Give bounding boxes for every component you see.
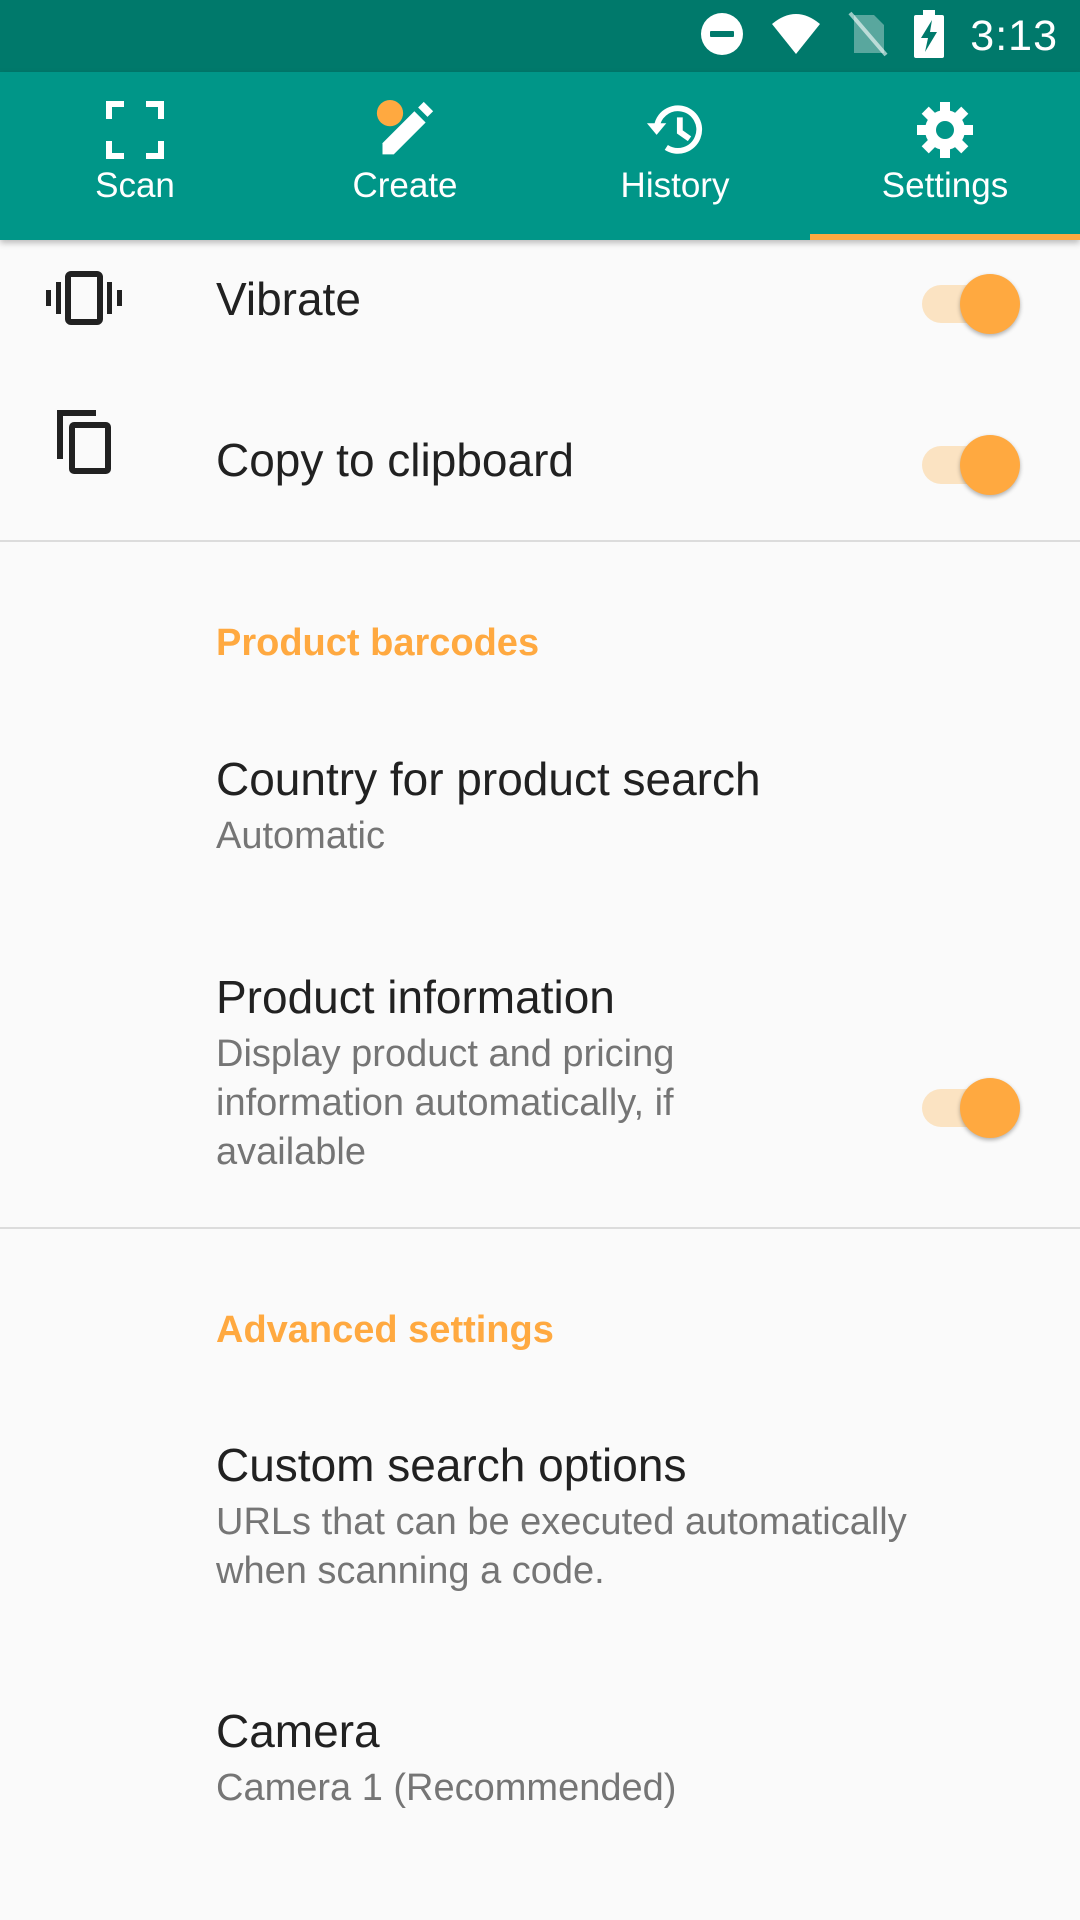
scan-icon <box>105 100 165 160</box>
tab-label: Scan <box>95 166 175 205</box>
copy-to-clipboard-switch[interactable] <box>918 427 1022 495</box>
switch-thumb <box>960 274 1020 334</box>
no-sim-icon <box>848 11 888 62</box>
summary-line: Display product and pricing <box>216 1033 675 1075</box>
battery-charging-icon <box>914 9 945 63</box>
country-title: Country for product search <box>216 753 761 805</box>
tab-history[interactable]: History <box>540 72 810 240</box>
summary-line: when scanning a code. <box>216 1550 605 1592</box>
country-setting[interactable]: Country for product search Automatic <box>0 720 1080 890</box>
clock: 3:13 <box>970 11 1058 60</box>
selected-tab-indicator <box>810 234 1080 240</box>
do-not-disturb-icon <box>700 12 744 61</box>
vibrate-title: Vibrate <box>216 273 361 325</box>
wifi-icon <box>770 12 822 61</box>
tab-scan[interactable]: Scan <box>0 72 270 240</box>
camera-summary: Camera 1 (Recommended) <box>216 1767 677 1809</box>
custom-search-setting[interactable]: Custom search options URLs that can be e… <box>0 1406 1080 1606</box>
product-information-setting[interactable]: Product information Display product and … <box>0 940 1080 1460</box>
vibrate-switch[interactable] <box>918 266 1022 334</box>
vibrate-setting[interactable]: Vibrate <box>0 240 1080 360</box>
country-summary: Automatic <box>216 815 385 857</box>
tab-settings[interactable]: Settings <box>810 72 1080 240</box>
tab-label: Settings <box>881 166 1009 205</box>
status-icons: 3:13 <box>700 0 1058 72</box>
section-divider <box>0 1227 1080 1229</box>
create-icon <box>375 100 435 160</box>
copy-to-clipboard-title: Copy to clipboard <box>216 434 574 486</box>
vibrate-icon <box>44 258 124 338</box>
summary-line: available <box>216 1131 366 1173</box>
settings-icon <box>915 100 975 160</box>
history-icon <box>645 100 705 160</box>
switch-thumb <box>960 435 1020 495</box>
switch-thumb <box>960 1078 1020 1138</box>
copy-icon <box>44 402 124 482</box>
product-information-summary: Display product and pricing information … <box>216 1030 674 1177</box>
tab-create[interactable]: Create <box>270 72 540 240</box>
settings-list[interactable]: Vibrate Copy to clipboard Product barcod… <box>0 240 1080 1920</box>
camera-title: Camera <box>216 1705 380 1757</box>
summary-line: information automatically, if <box>216 1082 674 1124</box>
custom-search-summary: URLs that can be executed automatically … <box>216 1498 907 1596</box>
product-information-title: Product information <box>216 971 615 1023</box>
summary-line: URLs that can be executed automatically <box>216 1501 907 1543</box>
tab-label: Create <box>352 166 458 205</box>
tab-bar: Scan Create History Settings <box>0 72 1080 240</box>
tab-label: History <box>620 166 730 205</box>
camera-setting[interactable]: Camera Camera 1 (Recommended) <box>0 1672 1080 1842</box>
custom-search-title: Custom search options <box>216 1439 687 1491</box>
product-barcodes-header: Product barcodes <box>216 622 540 664</box>
copy-to-clipboard-setting[interactable]: Copy to clipboard <box>0 360 1080 522</box>
section-divider <box>0 540 1080 542</box>
advanced-settings-header: Advanced settings <box>216 1309 554 1351</box>
status-bar: 3:13 <box>0 0 1080 72</box>
product-information-switch[interactable] <box>918 1070 1022 1138</box>
